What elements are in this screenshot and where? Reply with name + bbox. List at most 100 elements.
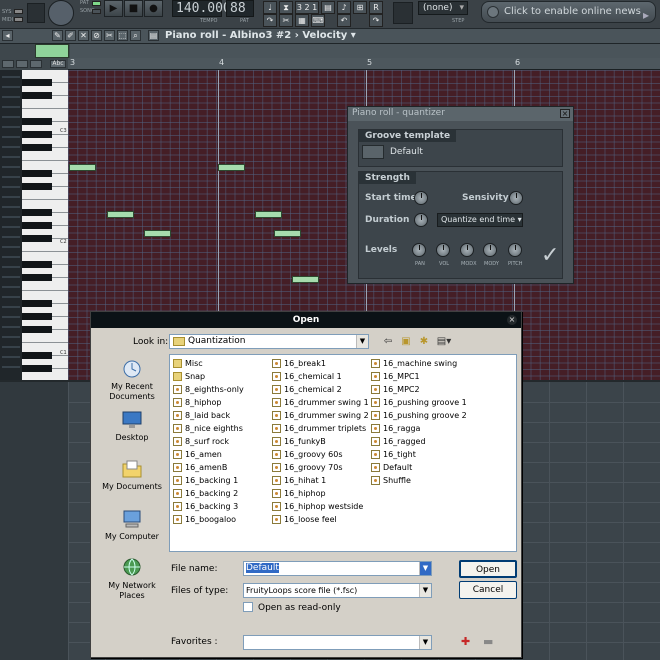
black-key[interactable] (22, 274, 52, 281)
file-name-input[interactable]: Default ▼ (243, 561, 432, 576)
black-key[interactable] (22, 365, 52, 372)
note[interactable] (218, 164, 245, 171)
blend-icon[interactable]: ↷ (263, 14, 277, 27)
typing-keyboard-icon[interactable]: ⌨ (311, 14, 325, 27)
wait-input-icon[interactable]: ⧗ (279, 1, 293, 14)
black-key[interactable] (22, 183, 52, 190)
file-type-select[interactable]: FruityLoops score file (*.fsc) ▼ (243, 583, 432, 598)
file-list-item[interactable]: 8_eighths-only (172, 384, 244, 395)
view-menu-icon[interactable]: ▤▾ (434, 334, 454, 349)
black-key[interactable] (22, 209, 52, 216)
file-list-item[interactable]: 16_pushing groove 1 (370, 397, 467, 408)
file-list-item[interactable]: Misc (172, 358, 203, 369)
slice-tool-icon[interactable]: ✂ (104, 30, 115, 41)
file-list-item[interactable]: 16_drummer triplets (271, 423, 366, 434)
file-list-item[interactable]: 16_groovy 70s (271, 462, 343, 473)
file-list-item[interactable]: 8_surf rock (172, 436, 229, 447)
black-key[interactable] (22, 144, 52, 151)
file-list-item[interactable]: 8_hiphop (172, 397, 222, 408)
file-list-item[interactable]: 16_hihat 1 (271, 475, 326, 486)
duration-knob[interactable] (414, 213, 428, 227)
file-list-item[interactable]: 16_amenB (172, 462, 227, 473)
file-list-item[interactable]: 16_hiphop westside (271, 501, 363, 512)
read-only-checkbox[interactable] (243, 602, 253, 612)
pat-mode-led[interactable] (92, 1, 101, 6)
chevron-down-icon[interactable]: ▼ (419, 562, 431, 575)
palette-item[interactable] (16, 60, 28, 68)
black-key[interactable] (22, 131, 52, 138)
file-list-item[interactable]: 16_pushing groove 2 (370, 410, 467, 421)
undo-icon[interactable]: ↶ (337, 14, 351, 27)
file-list-item[interactable]: 16_ragga (370, 423, 420, 434)
file-list-item[interactable]: 16_backing 2 (172, 488, 238, 499)
note[interactable] (292, 276, 319, 283)
black-key[interactable] (22, 79, 52, 86)
file-list-item[interactable]: Snap (172, 371, 205, 382)
file-list-item[interactable]: 16_backing 1 (172, 475, 238, 486)
black-key[interactable] (22, 313, 52, 320)
piano-roll-menu-icon[interactable]: ◂ (2, 30, 13, 41)
favorites-select[interactable]: ▼ (243, 635, 432, 650)
file-list-item[interactable]: 16_ragged (370, 436, 426, 447)
add-favorite-icon[interactable]: ✚ (461, 635, 470, 648)
file-list-item[interactable]: Shuffle (370, 475, 411, 486)
mute-tool-icon[interactable]: ⊘ (91, 30, 102, 41)
file-list-item[interactable]: 16_chemical 1 (271, 371, 342, 382)
black-key[interactable] (22, 326, 52, 333)
file-list-item[interactable]: 16_drummer swing 1 (271, 397, 369, 408)
file-list-item[interactable]: 16_MPC2 (370, 384, 420, 395)
timeline-ruler[interactable] (68, 58, 660, 70)
piano-icon[interactable]: ▦ (295, 14, 309, 27)
place-network[interactable]: My Network Places (97, 557, 167, 601)
play-button[interactable]: ▶ (104, 0, 123, 17)
sensivity-knob[interactable] (509, 191, 523, 205)
chevron-down-icon[interactable]: ▼ (419, 636, 431, 649)
file-list-item[interactable]: 16_machine swing (370, 358, 457, 369)
note[interactable] (69, 164, 96, 171)
note[interactable] (255, 211, 282, 218)
step-panel[interactable] (393, 2, 413, 24)
vol-level-knob[interactable] (436, 243, 450, 257)
place-my-computer[interactable]: My Computer (97, 508, 167, 542)
mody-level-knob[interactable] (483, 243, 497, 257)
record-button[interactable]: ● (144, 0, 163, 17)
redo-icon[interactable]: ↷ (369, 14, 383, 27)
song-mode-led[interactable] (92, 9, 101, 14)
file-list-item[interactable]: Default (370, 462, 412, 473)
countdown-button[interactable]: 3 2 1 (295, 1, 319, 14)
modx-level-knob[interactable] (460, 243, 474, 257)
cancel-button[interactable]: Cancel (459, 581, 517, 599)
snap-text-toggle[interactable]: Abc (50, 60, 66, 68)
file-list-item[interactable]: 16_boogaloo (172, 514, 236, 525)
file-list-item[interactable]: 16_drummer swing 2 (271, 410, 369, 421)
file-list[interactable]: Misc Snap 8_eighths-only 8_hiphop 8_laid bac… (169, 354, 517, 552)
black-key[interactable] (22, 261, 52, 268)
black-key[interactable] (22, 352, 52, 359)
piano-keyboard[interactable]: C3 C2 C1 (0, 70, 68, 382)
file-list-item[interactable]: 16_chemical 2 (271, 384, 342, 395)
draw-tool-icon[interactable]: ✎ (52, 30, 63, 41)
place-recent[interactable]: My Recent Documents (97, 358, 167, 402)
close-icon[interactable]: × (560, 109, 570, 118)
chevron-down-icon[interactable]: ▾ (351, 30, 356, 41)
file-list-item[interactable]: 16_loose feel (271, 514, 337, 525)
place-desktop[interactable]: Desktop (97, 409, 167, 443)
controller-select[interactable]: (none) ▾ (418, 1, 468, 15)
file-list-item[interactable]: 16_groovy 60s (271, 449, 343, 460)
online-news-bar[interactable]: Click to enable online news ▸ (481, 1, 656, 23)
target-control[interactable]: Velocity (302, 30, 347, 41)
palette-item[interactable] (2, 60, 14, 68)
new-folder-icon[interactable]: ✱ (416, 334, 432, 349)
chevron-down-icon[interactable]: ▼ (356, 335, 368, 348)
horizontal-scrollbar[interactable] (70, 44, 660, 58)
read-only-option[interactable]: Open as read-only (243, 602, 341, 613)
tempo-display[interactable]: 140.000 (172, 0, 231, 17)
scissors-icon[interactable]: ✂ (279, 14, 293, 27)
file-list-item[interactable]: 16_amen (172, 449, 222, 460)
start-time-knob[interactable] (414, 191, 428, 205)
folder-icon[interactable] (362, 145, 384, 159)
file-list-item[interactable]: 16_MPC1 (370, 371, 420, 382)
master-volume-knob[interactable] (48, 0, 74, 26)
zoom-tool-icon[interactable]: ⌕ (130, 30, 141, 41)
delete-tool-icon[interactable]: ✕ (78, 30, 89, 41)
